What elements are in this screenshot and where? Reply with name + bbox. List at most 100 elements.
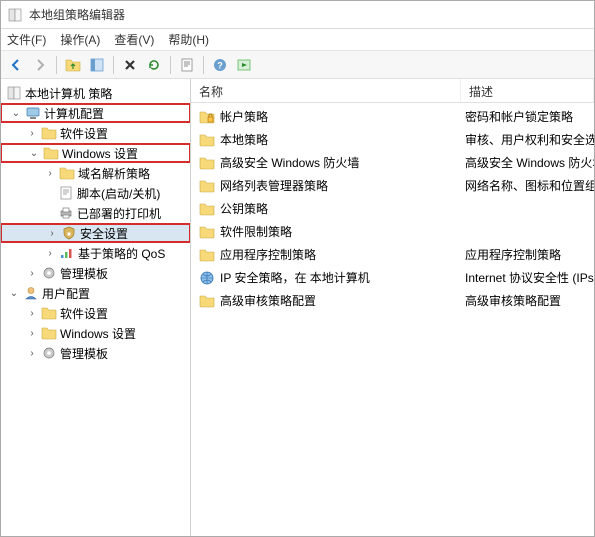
refresh-icon [146,57,162,73]
list-item[interactable]: 帐户策略 密码和帐户锁定策略 [191,105,594,128]
expand-icon[interactable]: › [26,267,38,279]
tree-windows-settings[interactable]: ⌄ Windows 设置 [1,143,191,163]
expand-icon[interactable]: › [26,327,38,339]
list-item-name: 高级安全 Windows 防火墙 [220,154,359,171]
folder-icon [59,165,75,181]
column-description[interactable]: 描述 [461,79,594,102]
menu-view[interactable]: 查看(V) [114,31,154,48]
list-item-desc: 审核、用户权利和安全选项 [461,131,594,148]
expand-icon[interactable]: › [26,307,38,319]
menu-action[interactable]: 操作(A) [60,31,100,48]
tree-label: 软件设置 [60,125,108,142]
toolbar-up-folder[interactable] [62,54,84,76]
list-item-name: 帐户策略 [220,108,268,125]
list-item-desc: Internet 协议安全性 (IPsec) [461,269,594,286]
list-item-name: 本地策略 [220,131,268,148]
tree-printers[interactable]: 已部署的打印机 [1,203,190,223]
tree-root[interactable]: 本地计算机 策略 [1,83,190,103]
tree-label: 用户配置 [42,285,90,302]
menu-file[interactable]: 文件(F) [7,31,46,48]
toolbar-refresh[interactable] [143,54,165,76]
tree-scripts[interactable]: 脚本(启动/关机) [1,183,190,203]
tree-label: Windows 设置 [62,145,138,162]
list-body: 帐户策略 密码和帐户锁定策略本地策略 审核、用户权利和安全选项高级安全 Window… [191,103,594,312]
tree-label: 域名解析策略 [78,165,150,182]
list-item-name: 应用程序控制策略 [220,246,316,263]
list-item-name: 高级审核策略配置 [220,292,316,309]
list-item-desc: 高级审核策略配置 [461,292,594,309]
expand-icon[interactable]: ⌄ [8,287,20,299]
menu-help[interactable]: 帮助(H) [168,31,209,48]
toolbar-delete[interactable] [119,54,141,76]
list-item[interactable]: IP 安全策略，在 本地计算机 Internet 协议安全性 (IPsec) [191,266,594,289]
delete-x-icon [123,58,137,72]
list-item[interactable]: 软件限制策略 [191,220,594,243]
computer-icon [25,105,41,121]
tree-qos[interactable]: › 基于策略的 QoS [1,243,190,263]
script-icon [58,185,74,201]
expand-icon[interactable]: ⌄ [10,107,22,119]
folder-icon [199,293,215,309]
list-item[interactable]: 本地策略 审核、用户权利和安全选项 [191,128,594,151]
folder-lock-icon [199,109,215,125]
list-item[interactable]: 公钥策略 [191,197,594,220]
list-item[interactable]: 网络列表管理器策略网络名称、图标和位置组策略 [191,174,594,197]
printer-icon [58,205,74,221]
folder-icon [199,178,215,194]
tree-admin-templates[interactable]: › 管理模板 [1,263,190,283]
tree-root-label: 本地计算机 策略 [25,85,112,102]
tree-pane[interactable]: 本地计算机 策略 ⌄ 计算机配置 › 软件设置 ⌄ Windows 设置 › 域… [1,79,191,536]
qos-bars-icon [59,245,75,261]
tree-security-settings[interactable]: › 安全设置 [1,223,191,243]
user-icon [23,285,39,301]
list-item-desc: 密码和帐户锁定策略 [461,108,594,125]
toolbar: ? [1,51,594,79]
expand-icon[interactable]: › [44,167,56,179]
list-item[interactable]: 高级安全 Windows 防火墙高级安全 Windows 防火墙 [191,151,594,174]
toolbar-forward[interactable] [29,54,51,76]
tree-label: 管理模板 [60,345,108,362]
expand-icon[interactable]: › [46,227,58,239]
expand-icon[interactable]: › [44,247,56,259]
tree-user-software[interactable]: › 软件设置 [1,303,190,323]
window-title: 本地组策略编辑器 [29,6,125,23]
help-icon: ? [212,57,228,73]
tree-user-admin-templates[interactable]: › 管理模板 [1,343,190,363]
expand-icon[interactable]: › [26,127,38,139]
tree-computer-config[interactable]: ⌄ 计算机配置 [1,103,191,123]
toolbar-separator [113,56,114,74]
expand-icon[interactable]: ⌄ [28,147,40,159]
toolbar-properties[interactable] [176,54,198,76]
toolbar-separator [56,56,57,74]
gear-folder-icon [41,345,57,361]
list-item-desc: 应用程序控制策略 [461,246,594,263]
tree-label: 基于策略的 QoS [78,245,165,262]
toolbar-run[interactable] [233,54,255,76]
list-item[interactable]: 高级审核策略配置 高级审核策略配置 [191,289,594,312]
tree-label: 脚本(启动/关机) [77,185,160,202]
tree-user-windows[interactable]: › Windows 设置 [1,323,190,343]
list-item-desc: 网络名称、图标和位置组策略 [461,177,594,194]
tree-dns-policy[interactable]: › 域名解析策略 [1,163,190,183]
list-item-name: IP 安全策略，在 本地计算机 [220,269,370,286]
list-header: 名称 描述 [191,79,594,103]
toolbar-back[interactable] [5,54,27,76]
shield-lock-icon [61,225,77,241]
list-item[interactable]: 应用程序控制策略 应用程序控制策略 [191,243,594,266]
toolbar-show-pane[interactable] [86,54,108,76]
forward-arrow-icon [33,58,47,72]
column-name[interactable]: 名称 [191,79,461,102]
toolbar-help[interactable]: ? [209,54,231,76]
list-pane: 名称 描述 帐户策略 密码和帐户锁定策略本地策略 审核、用户权利和安全选项高级安全 … [191,79,594,536]
content-area: 本地计算机 策略 ⌄ 计算机配置 › 软件设置 ⌄ Windows 设置 › 域… [1,79,594,536]
folder-icon [41,305,57,321]
tree-software-settings[interactable]: › 软件设置 [1,123,190,143]
tree-label: 软件设置 [60,305,108,322]
up-folder-icon [65,57,81,73]
tree-user-config[interactable]: ⌄ 用户配置 [1,283,190,303]
tree-label: 已部署的打印机 [77,205,161,222]
folder-icon [41,325,57,341]
ipsec-icon [199,270,215,286]
folder-icon [199,201,215,217]
expand-icon[interactable]: › [26,347,38,359]
